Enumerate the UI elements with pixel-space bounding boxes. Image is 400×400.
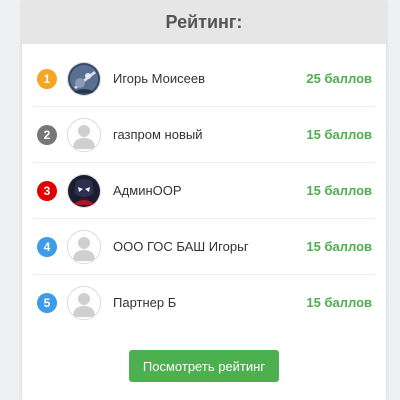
default-user-icon[interactable] [67,117,101,152]
rank-badge: 2 [37,124,57,145]
user-name[interactable]: АдминООР [113,183,306,198]
user-points: 25 баллов [306,71,372,86]
rating-list: 1 Игорь Моисеев 25 баллов 2 газпром новы… [22,51,386,330]
default-user-icon[interactable] [67,229,101,264]
user-points: 15 баллов [306,183,372,198]
rating-row[interactable]: 4 ООО ГОС БАШ Игорьг 15 баллов [34,219,374,275]
rank-badge: 1 [37,68,57,89]
rank-badge: 3 [37,180,57,201]
user-points: 15 баллов [306,295,372,310]
rating-header: Рейтинг: [22,0,386,44]
default-user-icon[interactable] [67,285,101,320]
rating-row[interactable]: 2 газпром новый 15 баллов [34,107,374,163]
rating-widget: Рейтинг: 1 Игорь Моисеев 25 баллов 2 газ… [22,0,386,400]
rating-title: Рейтинг: [165,11,243,32]
photo-avatar-guitar-icon[interactable] [67,61,101,96]
user-name[interactable]: газпром новый [113,127,306,142]
user-name[interactable]: Игорь Моисеев [113,71,306,86]
rating-row[interactable]: 5 Партнер Б 15 баллов [34,275,374,330]
button-wrapper: Посмотреть рейтинг [22,350,386,382]
user-name[interactable]: Партнер Б [113,295,306,310]
rating-row[interactable]: 1 Игорь Моисеев 25 баллов [34,51,374,107]
photo-avatar-spiderman-icon[interactable] [67,173,101,208]
rating-row[interactable]: 3 АдминООР 15 баллов [34,163,374,219]
view-rating-button[interactable]: Посмотреть рейтинг [128,350,280,382]
user-name[interactable]: ООО ГОС БАШ Игорьг [113,239,306,254]
rank-badge: 4 [37,236,57,257]
user-points: 15 баллов [306,127,372,142]
user-points: 15 баллов [306,239,372,254]
rank-badge: 5 [37,292,57,313]
